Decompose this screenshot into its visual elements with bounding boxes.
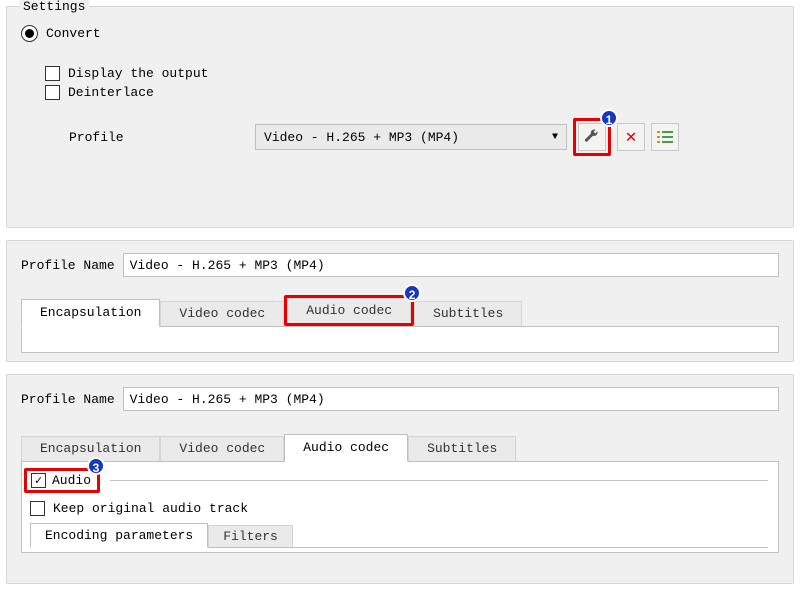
delete-profile-button[interactable]: ✕ — [617, 123, 645, 151]
check-icon: ✓ — [35, 475, 42, 487]
audio-check-label: Audio — [52, 473, 91, 488]
chevron-down-icon: ▼ — [552, 132, 558, 143]
wrench-icon — [584, 129, 600, 145]
subtab-filters[interactable]: Filters — [208, 525, 293, 547]
profile-name-label: Profile Name — [21, 392, 115, 407]
checkbox-icon — [45, 85, 60, 100]
convert-radio-row[interactable]: Convert — [21, 25, 779, 42]
profile-select[interactable]: Video - H.265 + MP3 (MP4) ▼ — [255, 124, 567, 150]
profile-name-value: Video - H.265 + MP3 (MP4) — [130, 258, 325, 273]
checkbox-icon — [30, 501, 45, 516]
settings-panel: Settings Convert Display the output Dein… — [6, 6, 794, 228]
profile-label: Profile — [69, 130, 255, 145]
tab-subtitles[interactable]: Subtitles — [414, 301, 522, 326]
edit-profile-button[interactable] — [578, 123, 606, 151]
profile-panel-2: Profile Name Video - H.265 + MP3 (MP4) E… — [6, 374, 794, 584]
tab-audio-codec[interactable]: Audio codec — [284, 434, 408, 462]
tab-video-codec[interactable]: Video codec — [160, 301, 284, 326]
tab-video-codec[interactable]: Video codec — [160, 436, 284, 461]
display-output-label: Display the output — [68, 66, 208, 81]
profile-name-input[interactable]: Video - H.265 + MP3 (MP4) — [123, 253, 779, 277]
keep-original-checkbox[interactable]: Keep original audio track — [30, 501, 768, 516]
tab-subtitles[interactable]: Subtitles — [408, 436, 516, 461]
keep-original-label: Keep original audio track — [53, 501, 248, 516]
deinterlace-label: Deinterlace — [68, 85, 154, 100]
callout-3: 3 — [87, 457, 105, 475]
tab-body-encapsulation — [21, 327, 779, 353]
settings-title: Settings — [19, 0, 89, 14]
profile-panel-1: Profile Name Video - H.265 + MP3 (MP4) E… — [6, 240, 794, 362]
audio-checkbox[interactable]: ✓ — [31, 473, 46, 488]
callout-2: 2 — [403, 284, 421, 302]
convert-label: Convert — [46, 26, 101, 41]
profile-selected-value: Video - H.265 + MP3 (MP4) — [264, 130, 459, 145]
radio-icon — [21, 25, 38, 42]
profile-name-value: Video - H.265 + MP3 (MP4) — [130, 392, 325, 407]
deinterlace-checkbox[interactable]: Deinterlace — [45, 85, 779, 100]
profile-name-input[interactable]: Video - H.265 + MP3 (MP4) — [123, 387, 779, 411]
callout-1: 1 — [600, 109, 618, 127]
checkbox-icon — [45, 66, 60, 81]
profile-name-label: Profile Name — [21, 258, 115, 273]
tab-body-audio-codec: ✓ Audio 3 Keep original audio track Enco… — [21, 462, 779, 553]
list-new-icon — [657, 130, 673, 144]
tab-audio-codec[interactable]: Audio codec — [287, 298, 411, 323]
display-output-checkbox[interactable]: Display the output — [45, 66, 779, 81]
tab-encapsulation[interactable]: Encapsulation — [21, 299, 160, 327]
subtab-encoding-params[interactable]: Encoding parameters — [30, 523, 208, 548]
close-icon: ✕ — [626, 126, 637, 148]
new-profile-button[interactable] — [651, 123, 679, 151]
